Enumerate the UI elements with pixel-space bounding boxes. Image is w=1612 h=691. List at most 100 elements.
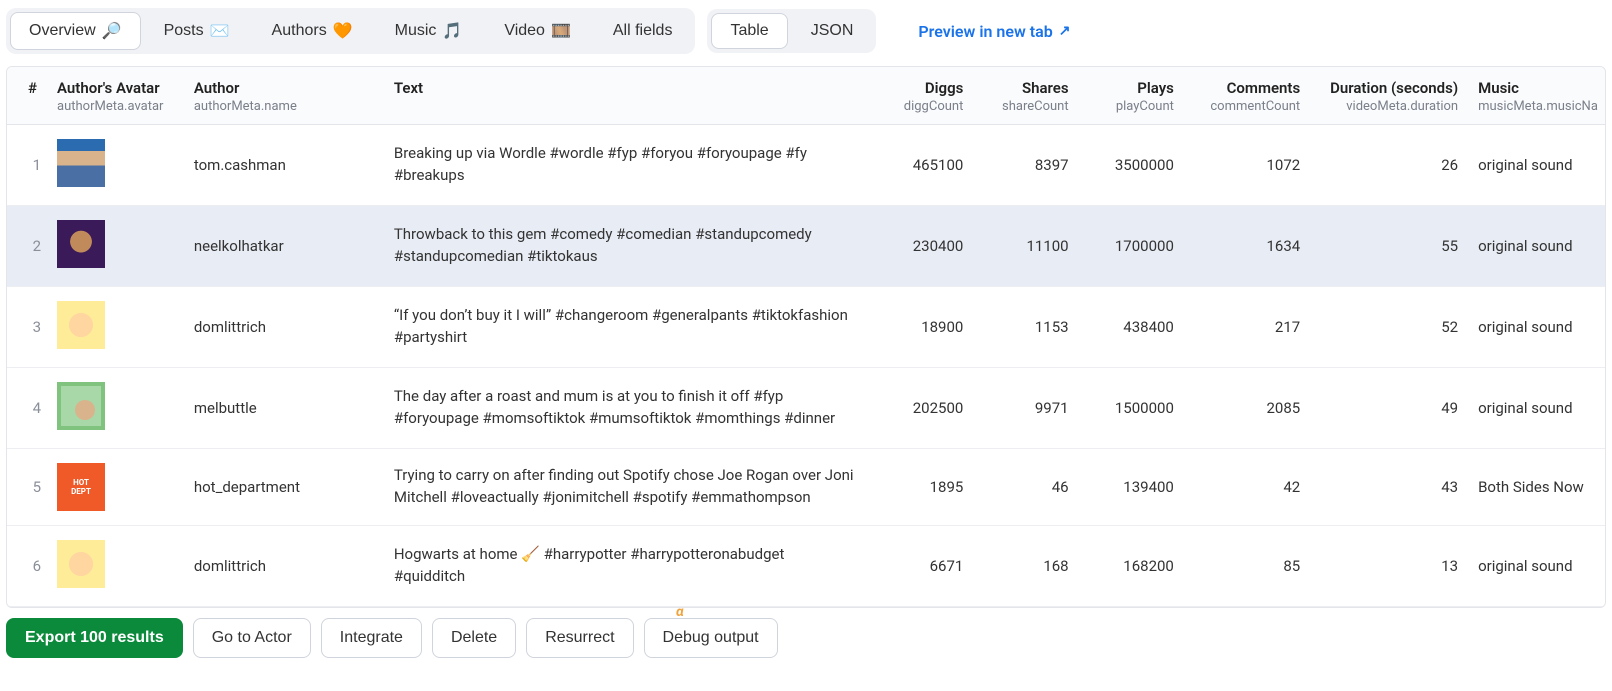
col-diggs-label: Diggs (925, 79, 963, 97)
col-plays-sub: playCount (1089, 99, 1174, 114)
col-text[interactable]: Text (384, 67, 868, 125)
cell-duration: 13 (1310, 526, 1468, 607)
row-index: 4 (7, 368, 47, 449)
cell-diggs: 6671 (868, 526, 973, 607)
tab-allfields[interactable]: All fields (594, 13, 692, 49)
tab-allfields-label: All fields (613, 22, 673, 40)
cell-diggs: 18900 (868, 287, 973, 368)
cell-plays: 1500000 (1079, 368, 1184, 449)
cell-music: original sound (1468, 287, 1605, 368)
table-row[interactable]: 5HOTDEPT hot_departmentTrying to carry on… (7, 449, 1605, 526)
results-table: # Author's AvatarauthorMeta.avatar Autho… (7, 67, 1605, 607)
cell-diggs: 1895 (868, 449, 973, 526)
row-index: 5 (7, 449, 47, 526)
cell-duration: 55 (1310, 206, 1468, 287)
table-row[interactable]: 6domlittrichHogwarts at home 🧹 #harrypot… (7, 526, 1605, 607)
cell-text: Hogwarts at home 🧹 #harrypotter #harrypo… (384, 526, 868, 607)
cell-shares: 1153 (973, 287, 1078, 368)
export-button[interactable]: Export 100 results (6, 618, 183, 658)
col-avatar-label: Author's Avatar (57, 79, 160, 97)
col-author-sub: authorMeta.name (194, 99, 374, 114)
tab-table-label: Table (730, 22, 768, 40)
tab-video-label: Video (504, 22, 545, 40)
view-tabs-group: Overview 🔎 Posts ✉️ Authors 🧡 Music 🎵 Vi… (6, 8, 695, 54)
cell-comments: 2085 (1184, 368, 1310, 449)
tab-table[interactable]: Table (711, 13, 787, 49)
top-toolbar: Overview 🔎 Posts ✉️ Authors 🧡 Music 🎵 Vi… (6, 8, 1606, 54)
cell-avatar (47, 368, 184, 449)
table-row[interactable]: 4melbuttleThe day after a roast and mum … (7, 368, 1605, 449)
cell-plays: 3500000 (1079, 125, 1184, 206)
avatar (57, 220, 105, 268)
col-author[interactable]: AuthorauthorMeta.name (184, 67, 384, 125)
cell-text: The day after a roast and mum is at you … (384, 368, 868, 449)
tab-json[interactable]: JSON (792, 13, 873, 49)
cell-comments: 217 (1184, 287, 1310, 368)
tab-music[interactable]: Music 🎵 (376, 12, 482, 50)
col-comments-sub: commentCount (1194, 99, 1300, 114)
tab-posts[interactable]: Posts ✉️ (145, 12, 249, 50)
cell-comments: 1072 (1184, 125, 1310, 206)
col-duration-sub: videoMeta.duration (1320, 99, 1458, 114)
cell-avatar (47, 287, 184, 368)
row-index: 1 (7, 125, 47, 206)
col-diggs[interactable]: Diggs diggCount (868, 67, 973, 125)
cell-plays: 438400 (1079, 287, 1184, 368)
cell-avatar: HOTDEPT (47, 449, 184, 526)
resurrect-button[interactable]: Resurrect (526, 618, 633, 658)
cell-author: tom.cashman (184, 125, 384, 206)
delete-button[interactable]: Delete (432, 618, 516, 658)
col-duration-label: Duration (seconds) (1330, 79, 1458, 97)
cell-comments: 85 (1184, 526, 1310, 607)
cell-diggs: 230400 (868, 206, 973, 287)
integrate-button[interactable]: Integrate (321, 618, 422, 658)
col-avatar[interactable]: Author's AvatarauthorMeta.avatar (47, 67, 184, 125)
col-shares[interactable]: SharesshareCount (973, 67, 1078, 125)
cell-comments: 42 (1184, 449, 1310, 526)
table-row[interactable]: 1tom.cashmanBreaking up via Wordle #word… (7, 125, 1605, 206)
tab-overview[interactable]: Overview 🔎 (10, 12, 141, 50)
goto-actor-button[interactable]: Go to Actor (193, 618, 311, 658)
cell-author: hot_department (184, 449, 384, 526)
table-row[interactable]: 3domlittrich“If you don’t buy it I will”… (7, 287, 1605, 368)
cell-plays: 139400 (1079, 449, 1184, 526)
cell-music: original sound (1468, 125, 1605, 206)
people-icon: 🧡 (333, 21, 353, 41)
preview-new-tab-link[interactable]: Preview in new tab ↗ (918, 22, 1070, 41)
col-music[interactable]: MusicmusicMeta.musicNa (1468, 67, 1605, 125)
debug-output-button[interactable]: Debug output (644, 618, 778, 658)
col-comments-label: Comments (1227, 79, 1301, 97)
cell-avatar (47, 206, 184, 287)
row-index: 2 (7, 206, 47, 287)
external-link-icon: ↗ (1059, 23, 1071, 39)
cell-plays: 1700000 (1079, 206, 1184, 287)
col-comments[interactable]: Comments commentCount (1184, 67, 1310, 125)
cell-shares: 11100 (973, 206, 1078, 287)
cell-shares: 8397 (973, 125, 1078, 206)
envelope-icon: ✉️ (210, 21, 230, 41)
tab-video[interactable]: Video 🎞️ (485, 12, 590, 50)
tab-authors-label: Authors (272, 22, 327, 40)
col-music-sub: musicMeta.musicNa (1478, 99, 1595, 114)
table-body: 1tom.cashmanBreaking up via Wordle #word… (7, 125, 1605, 607)
cell-music: original sound (1468, 368, 1605, 449)
cell-shares: 168 (973, 526, 1078, 607)
row-index: 3 (7, 287, 47, 368)
avatar: HOTDEPT (57, 463, 105, 511)
col-index-label: # (28, 79, 37, 97)
film-icon: 🎞️ (551, 21, 571, 41)
col-plays[interactable]: PlaysplayCount (1079, 67, 1184, 125)
avatar (57, 382, 105, 430)
cell-duration: 26 (1310, 125, 1468, 206)
tab-authors[interactable]: Authors 🧡 (253, 12, 372, 50)
col-index[interactable]: # (7, 67, 47, 125)
cell-author: domlittrich (184, 287, 384, 368)
col-shares-sub: shareCount (983, 99, 1068, 114)
col-duration[interactable]: Duration (seconds) videoMeta.duration (1310, 67, 1468, 125)
table-header-row: # Author's AvatarauthorMeta.avatar Autho… (7, 67, 1605, 125)
col-diggs-sub: diggCount (878, 99, 963, 114)
table-row[interactable]: 2neelkolhatkarThrowback to this gem #com… (7, 206, 1605, 287)
cell-text: Trying to carry on after finding out Spo… (384, 449, 868, 526)
cell-music: original sound (1468, 526, 1605, 607)
cell-shares: 9971 (973, 368, 1078, 449)
